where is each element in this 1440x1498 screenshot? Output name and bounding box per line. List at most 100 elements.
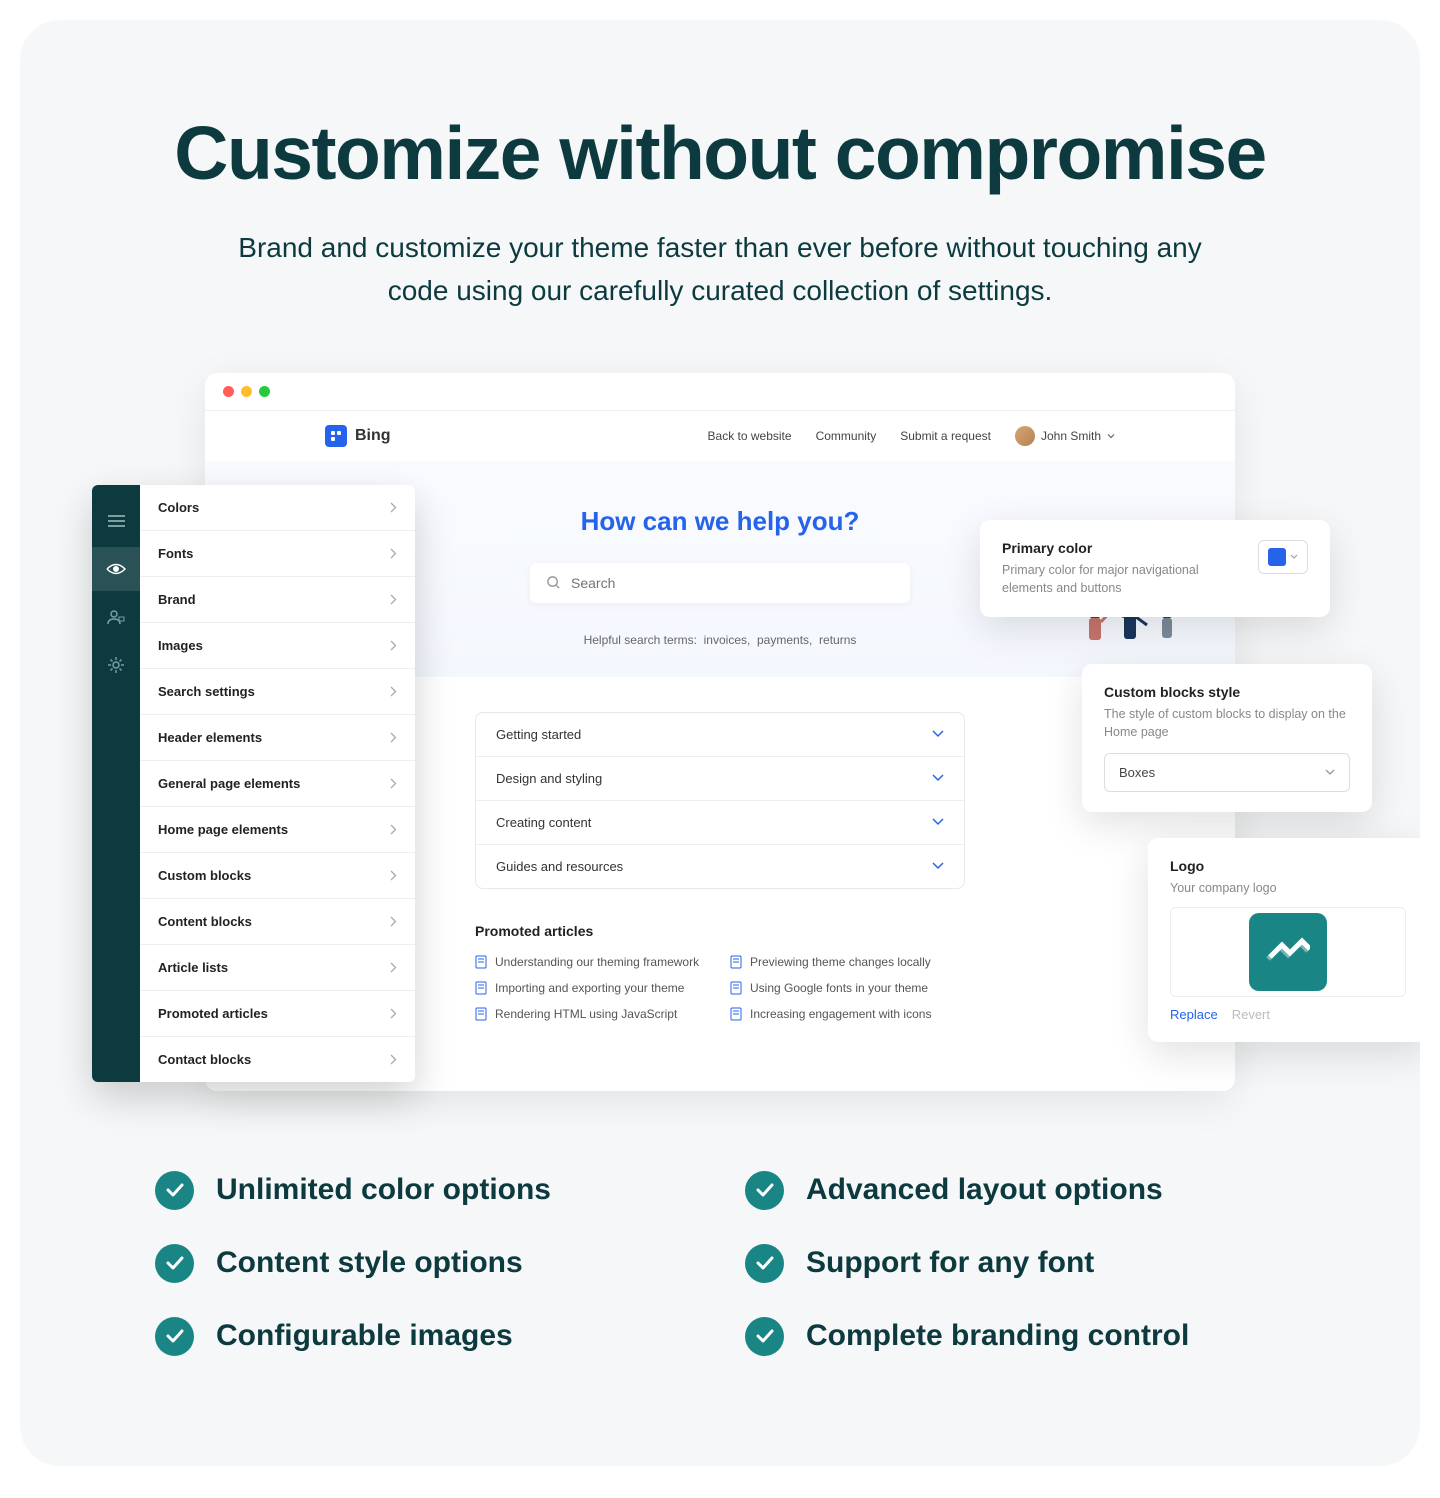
user-name: John Smith [1041,429,1101,443]
document-icon [475,1007,487,1021]
logo-preview [1170,907,1406,997]
chevron-right-icon [390,870,397,881]
setting-title: Logo [1170,858,1406,874]
chevron-right-icon [390,778,397,789]
check-icon [745,1171,784,1210]
revert-button[interactable]: Revert [1232,1007,1270,1022]
accordion-item[interactable]: Getting started [476,713,964,757]
nav-back[interactable]: Back to website [708,429,792,443]
nav-submit[interactable]: Submit a request [900,429,991,443]
search-field[interactable] [571,575,894,591]
settings-sidebar: Colors Fonts Brand Images Search setting… [92,485,415,1082]
feature-label: Unlimited color options [216,1173,551,1207]
sidebar-item-article[interactable]: Article lists [140,945,415,991]
user-menu[interactable]: John Smith [1015,426,1115,446]
article-link[interactable]: Increasing engagement with icons [730,1007,965,1021]
feature-item: Configurable images [155,1317,695,1356]
chevron-down-icon [932,862,944,870]
document-icon [730,981,742,995]
rail-user-lock-icon[interactable] [92,595,140,639]
chevron-down-icon [932,730,944,738]
article-link[interactable]: Rendering HTML using JavaScript [475,1007,710,1021]
promoted-articles: Promoted articles Understanding our them… [475,923,965,1021]
sidebar-item-header[interactable]: Header elements [140,715,415,761]
window-min-dot[interactable] [241,386,252,397]
document-icon [475,955,487,969]
chevron-right-icon [390,548,397,559]
sidebar-item-custom[interactable]: Custom blocks [140,853,415,899]
sidebar-item-images[interactable]: Images [140,623,415,669]
chevron-right-icon [390,1008,397,1019]
feature-label: Advanced layout options [806,1173,1163,1207]
color-swatch [1268,548,1286,566]
feature-list: Unlimited color options Advanced layout … [115,1171,1325,1356]
sidebar-item-search[interactable]: Search settings [140,669,415,715]
setting-primary-color: Primary color Primary color for major na… [980,520,1330,617]
color-picker[interactable] [1258,540,1308,574]
setting-desc: Your company logo [1170,879,1406,897]
sidebar-rail [92,485,140,1082]
brand-name: Bing [355,427,391,445]
chevron-down-icon [932,774,944,782]
document-icon [730,955,742,969]
check-icon [745,1244,784,1283]
feature-item: Complete branding control [745,1317,1285,1356]
accordion-item[interactable]: Guides and resources [476,845,964,888]
setting-logo: Logo Your company logo Replace Revert [1148,838,1420,1042]
accordion-item[interactable]: Design and styling [476,757,964,801]
setting-desc: Primary color for major navigational ele… [1002,561,1244,597]
setting-desc: The style of custom blocks to display on… [1104,705,1350,741]
feature-label: Complete branding control [806,1319,1189,1353]
chevron-right-icon [390,502,397,513]
browser-titlebar [205,373,1235,411]
accordion-item[interactable]: Creating content [476,801,964,845]
chevron-down-icon [1107,432,1115,440]
window-close-dot[interactable] [223,386,234,397]
article-link[interactable]: Previewing theme changes locally [730,955,965,969]
replace-button[interactable]: Replace [1170,1007,1218,1022]
sidebar-item-colors[interactable]: Colors [140,485,415,531]
article-link[interactable]: Importing and exporting your theme [475,981,710,995]
site-brand[interactable]: Bing [325,425,391,447]
chevron-right-icon [390,594,397,605]
nav-community[interactable]: Community [816,429,877,443]
search-icon [546,575,561,590]
sidebar-item-brand[interactable]: Brand [140,577,415,623]
check-icon [155,1317,194,1356]
select-input[interactable]: Boxes [1104,753,1350,792]
site-header: Bing Back to website Community Submit a … [205,411,1235,461]
avatar [1015,426,1035,446]
chevron-right-icon [390,640,397,651]
feature-item: Support for any font [745,1244,1285,1283]
article-link[interactable]: Using Google fonts in your theme [730,981,965,995]
setting-title: Custom blocks style [1104,684,1350,700]
chevron-right-icon [390,824,397,835]
window-max-dot[interactable] [259,386,270,397]
feature-item: Unlimited color options [155,1171,695,1210]
rail-menu-icon[interactable] [92,499,140,543]
feature-item: Advanced layout options [745,1171,1285,1210]
setting-title: Primary color [1002,540,1244,556]
sidebar-item-contact[interactable]: Contact blocks [140,1037,415,1082]
logo-icon [1249,913,1327,991]
promoted-title: Promoted articles [475,923,965,939]
rail-gear-icon[interactable] [92,643,140,687]
chevron-right-icon [390,962,397,973]
chevron-down-icon [1325,769,1335,776]
sidebar-item-general[interactable]: General page elements [140,761,415,807]
sidebar-item-promoted[interactable]: Promoted articles [140,991,415,1037]
chevron-down-icon [932,818,944,826]
document-icon [475,981,487,995]
check-icon [745,1317,784,1356]
sidebar-item-content[interactable]: Content blocks [140,899,415,945]
article-link[interactable]: Understanding our theming framework [475,955,710,969]
search-input[interactable] [530,563,910,603]
document-icon [730,1007,742,1021]
setting-custom-blocks: Custom blocks style The style of custom … [1082,664,1372,812]
rail-eye-icon[interactable] [92,547,140,591]
page-title: Customize without compromise [115,110,1325,196]
sidebar-item-fonts[interactable]: Fonts [140,531,415,577]
sidebar-item-home[interactable]: Home page elements [140,807,415,853]
marketing-card: Customize without compromise Brand and c… [20,20,1420,1466]
feature-label: Content style options [216,1246,523,1280]
